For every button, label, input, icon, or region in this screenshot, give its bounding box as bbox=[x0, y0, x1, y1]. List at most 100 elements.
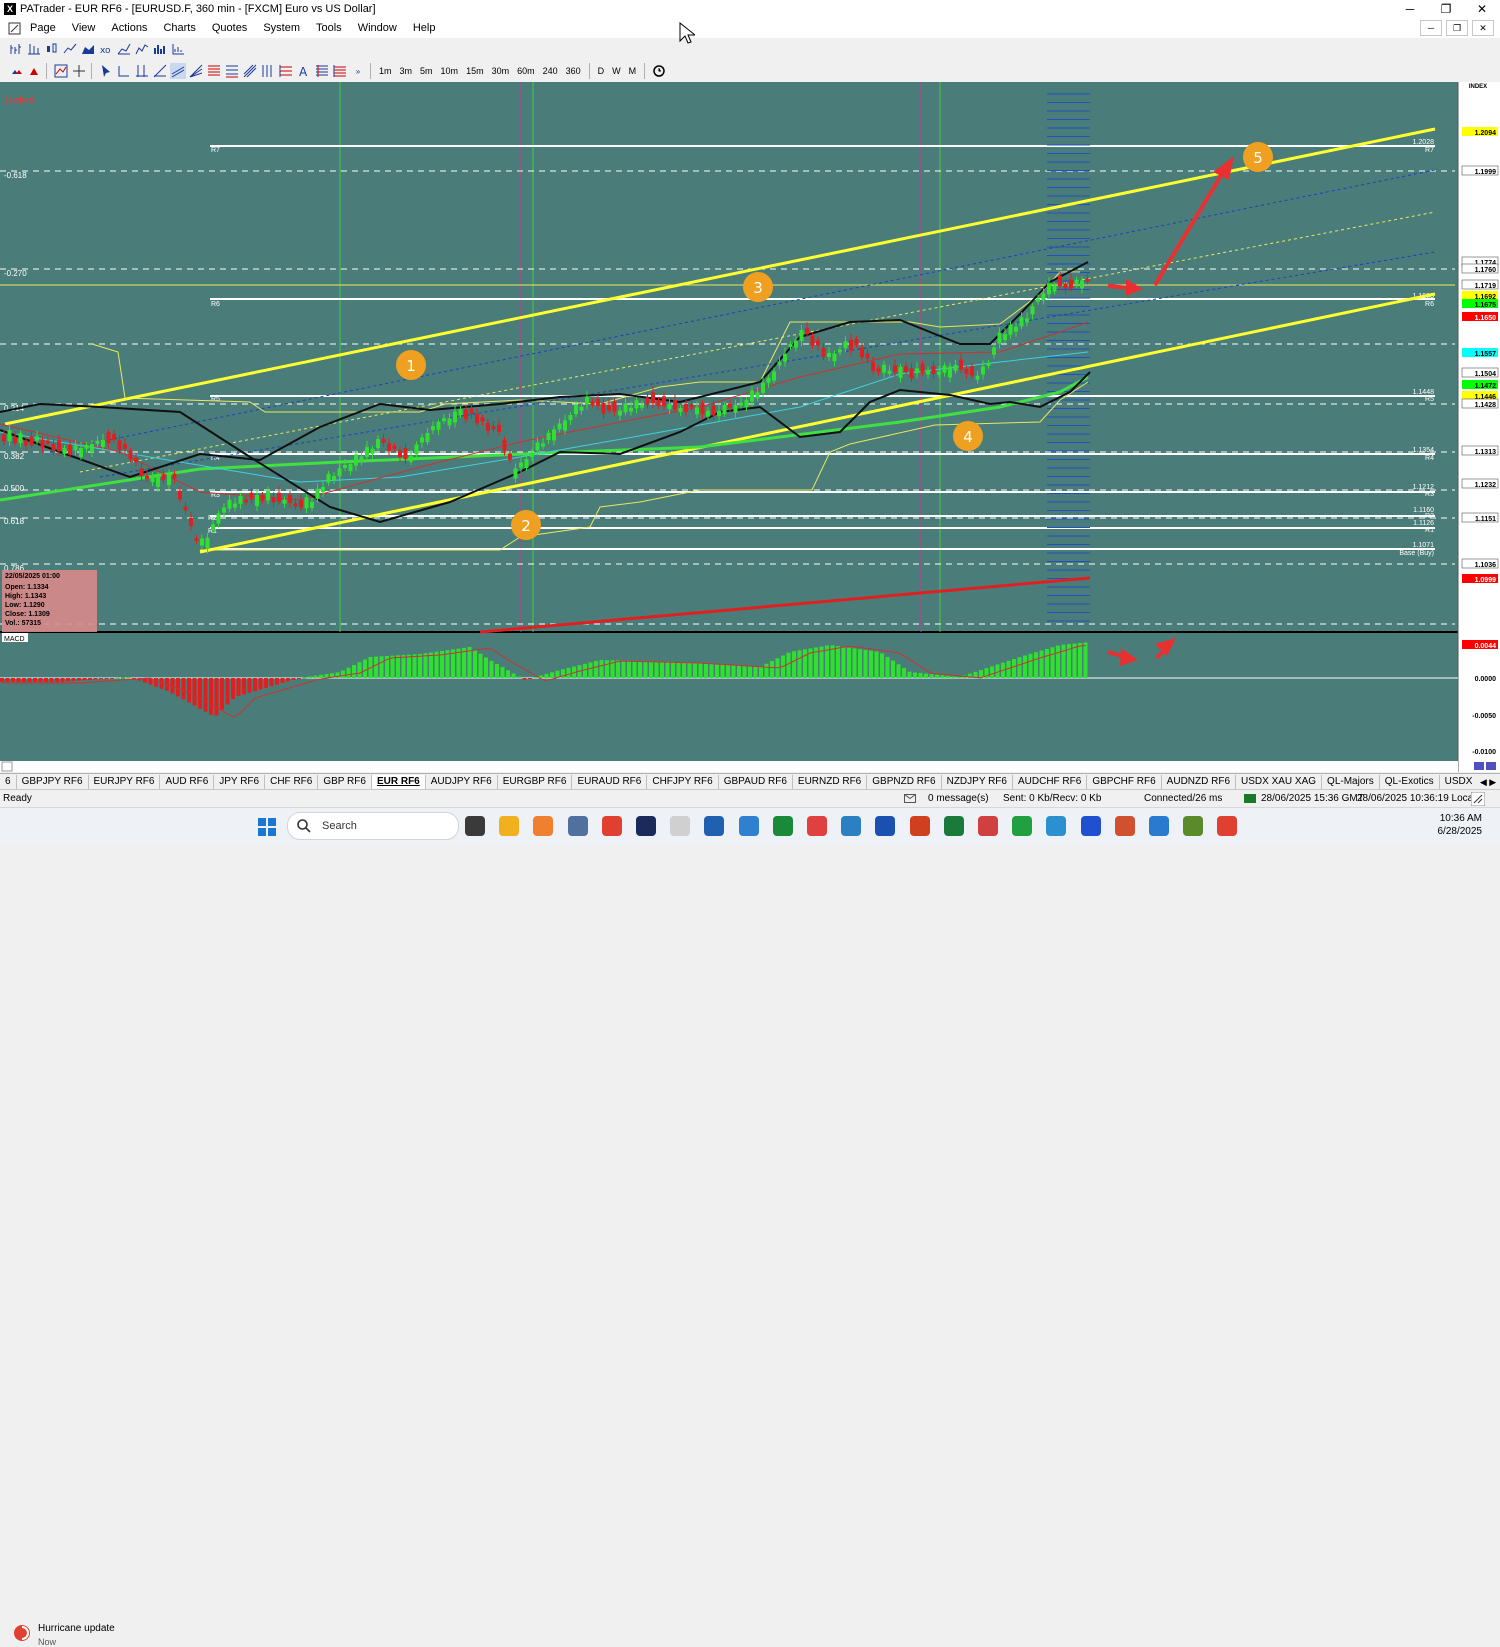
ohlc-chart-icon[interactable] bbox=[26, 41, 42, 57]
kagi-icon[interactable] bbox=[134, 41, 150, 57]
mdi-restore-button[interactable]: ❐ bbox=[1446, 20, 1468, 36]
menu-quotes[interactable]: Quotes bbox=[204, 22, 255, 34]
word-icon[interactable] bbox=[875, 816, 896, 836]
tab-eurnzd-rf6[interactable]: EURNZD RF6 bbox=[793, 775, 868, 789]
tab-gbpchf-rf6[interactable]: GBPCHF RF6 bbox=[1087, 775, 1162, 789]
timeframe-5m[interactable]: 5m bbox=[416, 66, 437, 76]
menu-window[interactable]: Window bbox=[350, 22, 405, 34]
tab-6[interactable]: 6 bbox=[0, 775, 17, 789]
stocks-icon[interactable] bbox=[772, 816, 793, 836]
tab-audjpy-rf6[interactable]: AUDJPY RF6 bbox=[426, 775, 498, 789]
app-icon[interactable] bbox=[807, 816, 827, 836]
timeframe-240[interactable]: 240 bbox=[539, 66, 562, 76]
fib-retracement-icon[interactable] bbox=[206, 63, 222, 79]
bar-chart-icon[interactable] bbox=[8, 41, 24, 57]
menu-view[interactable]: View bbox=[64, 22, 104, 34]
tab-audchf-rf6[interactable]: AUDCHF RF6 bbox=[1013, 775, 1088, 789]
pointer-icon[interactable] bbox=[98, 63, 114, 79]
tab-ql-exotics[interactable]: QL-Exotics bbox=[1380, 775, 1440, 789]
tab-gbpnzd-rf6[interactable]: GBPNZD RF6 bbox=[867, 775, 942, 789]
volume-icon[interactable] bbox=[170, 41, 186, 57]
timeframe-60m[interactable]: 60m bbox=[513, 66, 539, 76]
timeframe-weekly[interactable]: W bbox=[608, 66, 625, 76]
patrader-icon[interactable] bbox=[670, 816, 691, 836]
menu-help[interactable]: Help bbox=[405, 22, 444, 34]
file-explorer-icon[interactable] bbox=[499, 816, 520, 836]
point-figure-icon[interactable]: xo bbox=[98, 41, 114, 57]
indicator-icon[interactable] bbox=[53, 63, 69, 79]
time-axis[interactable] bbox=[0, 761, 1458, 772]
app-icon[interactable] bbox=[841, 816, 862, 836]
tab-gbp-rf6[interactable]: GBP RF6 bbox=[318, 775, 372, 789]
timeframe-3m[interactable]: 3m bbox=[396, 66, 417, 76]
price-axis[interactable] bbox=[1458, 82, 1500, 772]
chart-area[interactable]: -0.618 -0.270 0.214 0.382 0.500 0.618 0.… bbox=[0, 82, 1500, 772]
wave-marker-1[interactable]: 1 bbox=[396, 350, 426, 380]
minimize-button[interactable]: ─ bbox=[1392, 0, 1428, 18]
trendline-icon[interactable] bbox=[152, 63, 168, 79]
alert-icon[interactable] bbox=[26, 63, 42, 79]
chrome-icon[interactable] bbox=[601, 816, 622, 836]
tab-jpy-rf6[interactable]: JPY RF6 bbox=[214, 775, 266, 789]
area-chart-icon[interactable] bbox=[80, 41, 96, 57]
remote-desktop-icon[interactable] bbox=[738, 816, 759, 836]
timeframe-daily[interactable]: D bbox=[594, 66, 609, 76]
fib-extension-icon[interactable] bbox=[224, 63, 240, 79]
menu-charts[interactable]: Charts bbox=[155, 22, 203, 34]
andrews-pitchfork-icon[interactable] bbox=[332, 63, 348, 79]
calculator-icon[interactable] bbox=[567, 816, 588, 836]
excel-icon[interactable] bbox=[943, 816, 964, 836]
tab-audnzd-rf6[interactable]: AUDNZD RF6 bbox=[1162, 775, 1237, 789]
windows-start-icon[interactable] bbox=[257, 817, 277, 837]
maximize-button[interactable]: ❐ bbox=[1428, 0, 1464, 18]
chart-settings-icon[interactable] bbox=[1474, 762, 1484, 770]
more-tools-icon[interactable]: » bbox=[350, 63, 366, 79]
tab-gbpaud-rf6[interactable]: GBPAUD RF6 bbox=[719, 775, 793, 789]
wave-marker-4[interactable]: 4 bbox=[953, 421, 983, 451]
tab-chf-rf6[interactable]: CHF RF6 bbox=[265, 775, 319, 789]
page-menu-icon[interactable] bbox=[6, 20, 22, 36]
wave-marker-2[interactable]: 2 bbox=[511, 510, 541, 540]
trading-app-icon[interactable] bbox=[636, 816, 656, 836]
app-icon[interactable] bbox=[533, 816, 554, 836]
scroll-box[interactable] bbox=[1, 761, 13, 772]
powerpoint-icon[interactable] bbox=[909, 816, 930, 836]
clock-icon[interactable] bbox=[651, 63, 667, 79]
mdi-close-button[interactable]: ✕ bbox=[1472, 20, 1494, 36]
pivot-icon[interactable] bbox=[278, 63, 294, 79]
close-button[interactable]: ✕ bbox=[1464, 0, 1500, 18]
timeframe-15m[interactable]: 15m bbox=[462, 66, 488, 76]
tab-aud-rf6[interactable]: AUD RF6 bbox=[160, 775, 215, 789]
timeframe-1m[interactable]: 1m bbox=[375, 66, 396, 76]
cycle-lines-icon[interactable] bbox=[260, 63, 276, 79]
macd-pane[interactable] bbox=[0, 633, 1458, 761]
wave-marker-3[interactable]: 3 bbox=[743, 272, 773, 302]
menu-tools[interactable]: Tools bbox=[308, 22, 350, 34]
fib-fan-icon[interactable] bbox=[188, 63, 204, 79]
candle-chart-icon[interactable] bbox=[44, 41, 60, 57]
mail-icon[interactable] bbox=[904, 794, 916, 806]
timeframe-360[interactable]: 360 bbox=[562, 66, 585, 76]
app-icon[interactable] bbox=[1149, 816, 1169, 836]
tab-ql-majors[interactable]: QL-Majors bbox=[1322, 775, 1380, 789]
timeframe-monthly[interactable]: M bbox=[625, 66, 641, 76]
menu-system[interactable]: System bbox=[255, 22, 308, 34]
task-view-icon[interactable] bbox=[465, 816, 485, 836]
vertical-line-icon[interactable] bbox=[134, 63, 150, 79]
text-tool-icon[interactable]: A bbox=[296, 63, 312, 79]
app-icon[interactable] bbox=[1183, 816, 1204, 836]
tab-nzdjpy-rf6[interactable]: NZDJPY RF6 bbox=[942, 775, 1013, 789]
timeframe-30m[interactable]: 30m bbox=[488, 66, 514, 76]
tab-scroll-arrows[interactable]: ◀ ▶ bbox=[1476, 774, 1500, 790]
buy-sell-icon[interactable] bbox=[8, 63, 24, 79]
tab-euraud-rf6[interactable]: EURAUD RF6 bbox=[572, 775, 648, 789]
horizontal-line-icon[interactable] bbox=[116, 63, 132, 79]
taskbar-search[interactable]: Search bbox=[287, 812, 459, 840]
crosshair-icon[interactable] bbox=[71, 63, 87, 79]
menu-actions[interactable]: Actions bbox=[103, 22, 155, 34]
tab-chfjpy-rf6[interactable]: CHFJPY RF6 bbox=[647, 775, 719, 789]
channel-icon[interactable] bbox=[170, 63, 186, 79]
tab-eurjpy-rf6[interactable]: EURJPY RF6 bbox=[89, 775, 161, 789]
chart-layout-icon[interactable] bbox=[1486, 762, 1496, 770]
zoom-icon[interactable] bbox=[1080, 816, 1101, 836]
